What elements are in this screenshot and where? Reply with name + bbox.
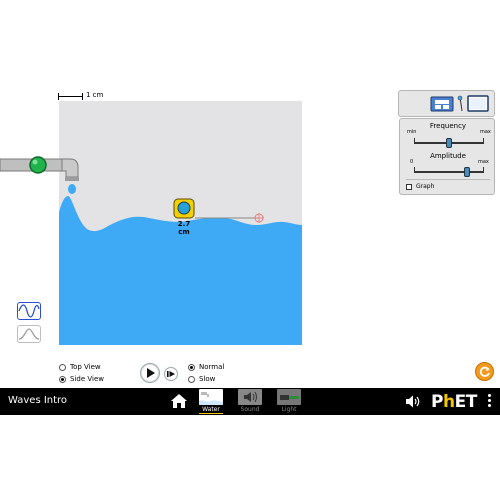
sine-wave-icon [18, 304, 40, 318]
amplitude-min-label: 0 [410, 159, 414, 165]
side-view-option[interactable]: Side View [59, 375, 104, 383]
slow-speed-option[interactable]: Slow [188, 375, 215, 383]
scale-line [58, 96, 82, 97]
amplitude-max-label: max [478, 159, 489, 165]
screen-water-label: Water [202, 406, 220, 413]
tape-measure-readout: 2.7 cm [177, 220, 191, 236]
play-button[interactable] [140, 363, 160, 383]
scale-tick-right [82, 93, 83, 100]
pulse-wave-icon [18, 328, 40, 340]
phet-logo-et: ET [454, 392, 478, 412]
step-forward-button[interactable] [164, 367, 178, 381]
app-title: Waves Intro [8, 395, 68, 406]
amplitude-slider-track[interactable] [414, 167, 484, 177]
graph-label: Graph [416, 183, 435, 190]
screen-sound-button[interactable]: Sound [237, 388, 263, 415]
light-screen-icon [277, 389, 301, 405]
toolbox-icons [430, 95, 489, 112]
panel-separator [406, 179, 490, 180]
speaker-icon[interactable] [406, 395, 422, 408]
graph-option[interactable]: Graph [406, 183, 434, 190]
sound-screen-icon [238, 389, 262, 405]
frequency-tick [414, 138, 415, 142]
stopwatch-tool-icon[interactable] [430, 96, 454, 112]
amplitude-tick [483, 167, 484, 171]
frequency-tick [483, 138, 484, 142]
top-view-radio[interactable] [59, 363, 66, 371]
probe-tool-icon[interactable] [457, 95, 463, 112]
water-drop [68, 184, 76, 194]
step-forward-icon [167, 371, 175, 377]
top-view-option[interactable]: Top View [59, 363, 101, 371]
side-view-label: Side View [70, 375, 104, 383]
side-view-radio[interactable] [59, 375, 66, 383]
faucet-button[interactable] [29, 156, 47, 174]
faucet[interactable] [0, 148, 90, 198]
phet-logo[interactable]: PhET [431, 392, 477, 412]
faucet-spout [61, 158, 79, 178]
control-panel: Frequency min max Amplitude 0 max Graph [399, 118, 495, 195]
screen-water-button[interactable]: Water [198, 388, 224, 415]
scale-label: 1 cm [86, 91, 104, 99]
normal-speed-label: Normal [199, 363, 225, 371]
top-view-label: Top View [70, 363, 101, 371]
graph-checkbox[interactable] [406, 183, 412, 190]
phet-logo-h: h [442, 392, 455, 412]
toolbox-panel [398, 90, 495, 117]
faucet-nozzle [65, 177, 79, 181]
slow-speed-radio[interactable] [188, 375, 195, 383]
reset-all-button[interactable] [475, 362, 494, 381]
reset-icon [479, 366, 490, 377]
continuous-wave-button[interactable] [17, 302, 41, 320]
water-screen-icon [199, 389, 223, 405]
screen-light-label: Light [281, 406, 297, 413]
frequency-slider-thumb[interactable] [446, 138, 452, 148]
frequency-slider-track[interactable] [414, 138, 484, 148]
amplitude-tick [414, 167, 415, 171]
navigation-bar: Waves Intro Water Sound Light PhET [0, 388, 500, 415]
selected-screen-underline [199, 413, 223, 414]
monitor-tool-icon[interactable] [467, 95, 489, 112]
frequency-max-label: max [480, 129, 491, 135]
pulse-wave-button[interactable] [17, 325, 41, 343]
tape-measure-dial [177, 201, 191, 215]
frequency-min-label: min [407, 129, 417, 135]
sim-screen: 1 cm 2.7 cm Top View Side View Normal Sl… [0, 0, 500, 500]
screen-sound-label: Sound [240, 406, 260, 413]
slow-speed-label: Slow [199, 375, 216, 383]
phet-logo-p: P [431, 392, 443, 412]
faucet-button-highlight [32, 159, 38, 165]
kebab-menu-icon[interactable] [486, 394, 492, 410]
screen-light-button[interactable]: Light [276, 388, 302, 415]
home-icon[interactable] [171, 394, 187, 408]
normal-speed-option[interactable]: Normal [188, 363, 224, 371]
play-icon [147, 368, 155, 378]
amplitude-slider-thumb[interactable] [463, 167, 470, 177]
normal-speed-radio[interactable] [188, 363, 195, 371]
